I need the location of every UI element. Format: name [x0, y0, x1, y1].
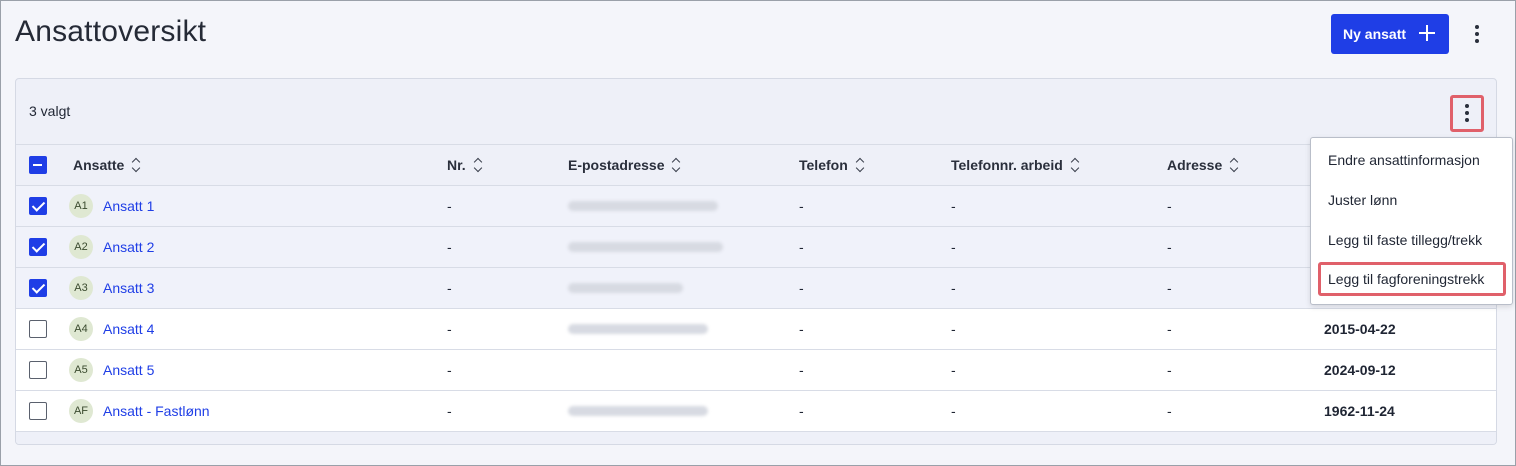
table-row[interactable]: A1 Ansatt 1 - - - - [16, 185, 1496, 226]
avatar: AF [69, 399, 93, 423]
column-header-label: Adresse [1167, 157, 1223, 173]
column-header-ansatte[interactable]: Ansatte [73, 145, 141, 185]
more-vertical-icon [1464, 104, 1470, 122]
sort-icon [473, 157, 483, 173]
sort-icon [1229, 157, 1239, 173]
email-redacted [568, 186, 718, 226]
row-checkbox[interactable] [29, 279, 47, 297]
employee-phone: - [799, 280, 804, 296]
app-window: Ansattoversikt Ny ansatt 3 valgt Ansatte… [0, 0, 1516, 466]
table-header-row: Ansatte Nr. E-postadresse Telefon Telefo… [16, 144, 1496, 185]
menu-item-add-union-deduction[interactable]: Legg til fagforeningstrekk [1318, 262, 1506, 296]
employee-phone: - [799, 239, 804, 255]
employee-date: 2015-04-22 [1324, 321, 1396, 337]
table-row[interactable]: A5 Ansatt 5 - - - - 2024-09-12 [16, 349, 1496, 390]
sort-icon [671, 157, 681, 173]
column-header-label: Ansatte [73, 157, 125, 173]
employee-nr: - [447, 239, 452, 255]
employee-date: 2024-09-12 [1324, 362, 1396, 378]
employee-phone: - [799, 362, 804, 378]
employee-name-link[interactable]: Ansatt 4 [103, 321, 154, 337]
email-redacted [568, 227, 723, 267]
employee-phone: - [799, 198, 804, 214]
email-redacted [568, 391, 708, 431]
column-header-nr[interactable]: Nr. [447, 145, 483, 185]
employee-nr: - [447, 403, 452, 419]
employee-address: - [1167, 321, 1172, 337]
row-checkbox[interactable] [29, 197, 47, 215]
employee-table-card: 3 valgt Ansatte Nr. E-postadresse Telefo… [15, 78, 1497, 445]
employee-phone: - [799, 403, 804, 419]
employee-name-link[interactable]: Ansatt - Fastlønn [103, 403, 210, 419]
employee-work-phone: - [951, 403, 956, 419]
employee-work-phone: - [951, 362, 956, 378]
avatar: A1 [69, 194, 93, 218]
bulk-actions-button[interactable] [1450, 95, 1484, 132]
menu-item-add-fixed-deductions[interactable]: Legg til faste tillegg/trekk [1328, 232, 1482, 248]
employee-address: - [1167, 239, 1172, 255]
employee-address: - [1167, 362, 1172, 378]
column-header-email[interactable]: E-postadresse [568, 145, 681, 185]
employee-table: Ansatte Nr. E-postadresse Telefon Telefo… [16, 144, 1496, 444]
column-header-label: Nr. [447, 157, 466, 173]
email-redacted [568, 309, 708, 349]
avatar: A5 [69, 358, 93, 382]
menu-item-edit-employee-info[interactable]: Endre ansattinformasjon [1328, 152, 1480, 168]
column-header-address[interactable]: Adresse [1167, 145, 1239, 185]
bulk-actions-menu: Endre ansattinformasjon Juster lønn Legg… [1310, 137, 1513, 305]
table-row[interactable]: AF Ansatt - Fastlønn - - - - 1962-11-24 [16, 390, 1496, 431]
email-redacted [568, 268, 683, 308]
employee-address: - [1167, 280, 1172, 296]
sort-icon [1070, 157, 1080, 173]
page-more-options-icon[interactable] [1474, 25, 1480, 43]
avatar: A4 [69, 317, 93, 341]
select-all-checkbox[interactable] [29, 156, 47, 174]
employee-nr: - [447, 321, 452, 337]
employee-name-link[interactable]: Ansatt 3 [103, 280, 154, 296]
employee-work-phone: - [951, 321, 956, 337]
column-header-label: E-postadresse [568, 157, 665, 173]
table-row[interactable]: A2 Ansatt 2 - - - - [16, 226, 1496, 267]
menu-item-adjust-salary[interactable]: Juster lønn [1328, 192, 1397, 208]
column-header-phone[interactable]: Telefon [799, 145, 865, 185]
sort-icon [131, 157, 141, 173]
employee-nr: - [447, 362, 452, 378]
new-employee-button[interactable]: Ny ansatt [1331, 14, 1449, 54]
employee-address: - [1167, 403, 1172, 419]
column-header-label: Telefonnr. arbeid [951, 157, 1063, 173]
avatar: A3 [69, 276, 93, 300]
employee-name-link[interactable]: Ansatt 5 [103, 362, 154, 378]
employee-nr: - [447, 198, 452, 214]
row-checkbox[interactable] [29, 238, 47, 256]
column-header-work-phone[interactable]: Telefonnr. arbeid [951, 145, 1080, 185]
selected-count: 3 valgt [29, 103, 71, 119]
plus-icon [1418, 24, 1436, 42]
sort-icon [855, 157, 865, 173]
row-checkbox[interactable] [29, 361, 47, 379]
employee-work-phone: - [951, 239, 956, 255]
avatar: A2 [69, 235, 93, 259]
row-checkbox[interactable] [29, 320, 47, 338]
employee-address: - [1167, 198, 1172, 214]
table-row[interactable]: A3 Ansatt 3 - - - - [16, 267, 1496, 308]
employee-work-phone: - [951, 198, 956, 214]
page-title: Ansattoversikt [15, 15, 207, 48]
employee-nr: - [447, 280, 452, 296]
new-employee-button-label: Ny ansatt [1343, 26, 1407, 42]
employee-name-link[interactable]: Ansatt 2 [103, 239, 154, 255]
employee-phone: - [799, 321, 804, 337]
employee-name-link[interactable]: Ansatt 1 [103, 198, 154, 214]
employee-work-phone: - [951, 280, 956, 296]
table-row[interactable]: A4 Ansatt 4 - - - - 2015-04-22 [16, 308, 1496, 349]
table-footer [16, 431, 1496, 444]
column-header-label: Telefon [799, 157, 848, 173]
row-checkbox[interactable] [29, 402, 47, 420]
employee-date: 1962-11-24 [1324, 403, 1395, 419]
